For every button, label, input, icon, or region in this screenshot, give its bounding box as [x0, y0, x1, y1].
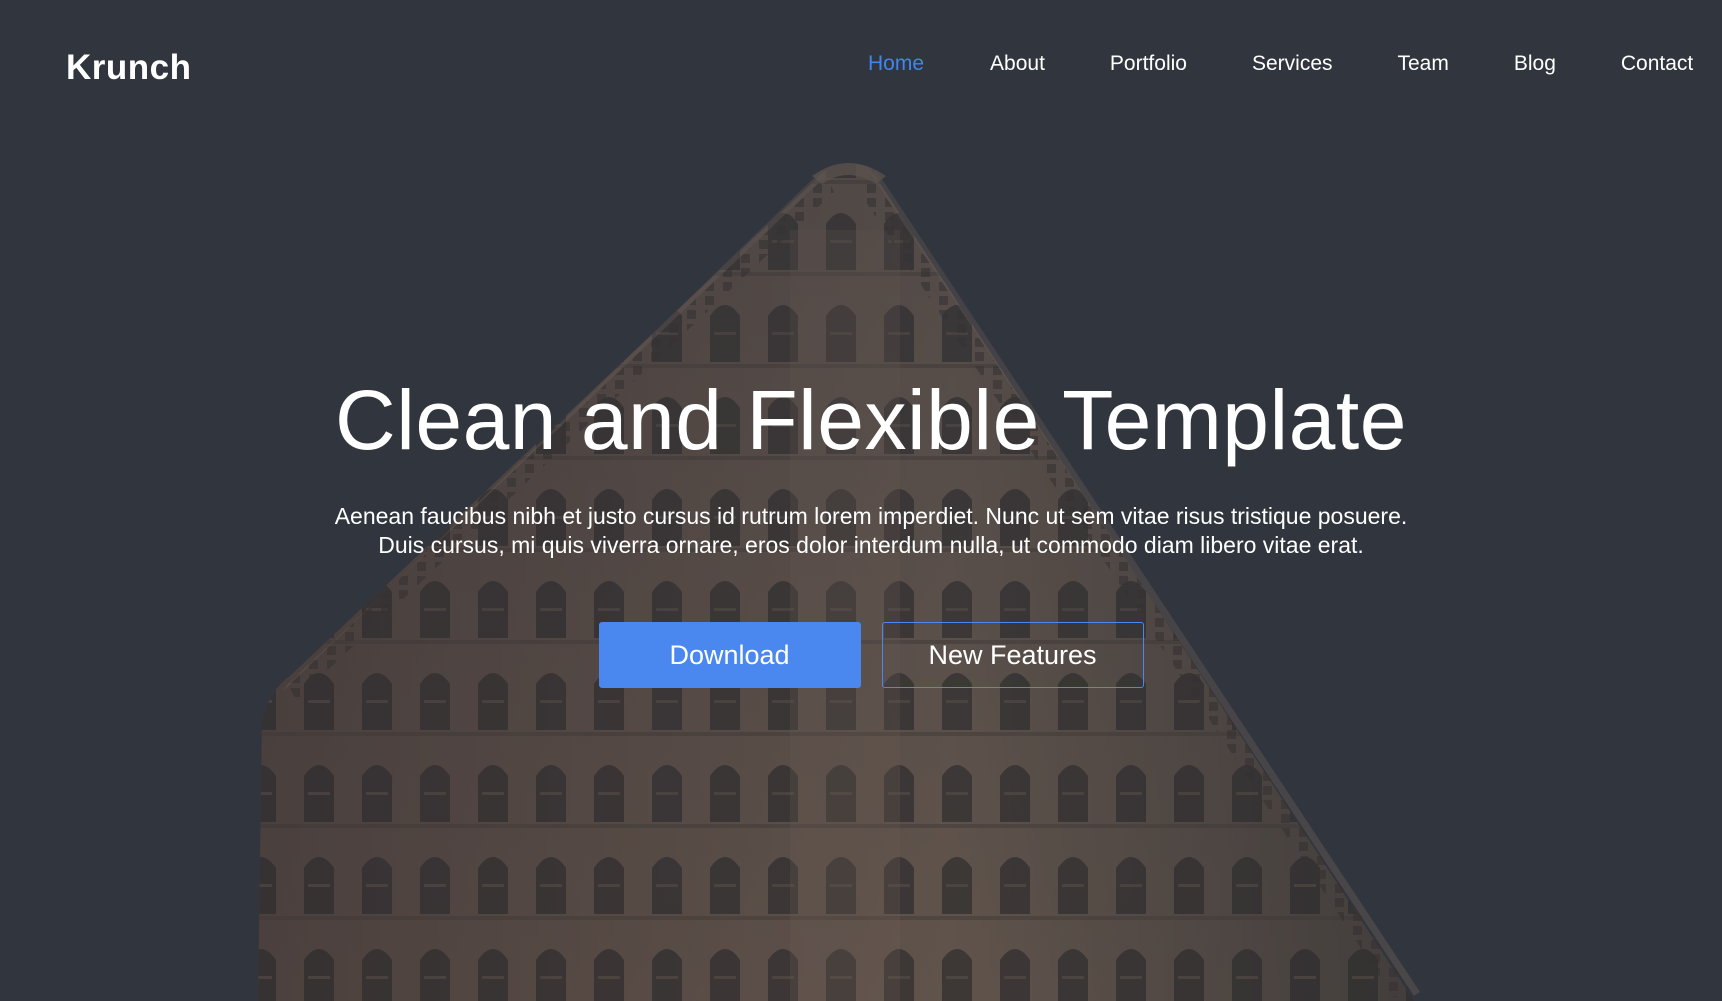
- nav-link-portfolio[interactable]: Portfolio: [1110, 50, 1187, 78]
- nav-link-contact[interactable]: Contact: [1621, 50, 1693, 78]
- nav-link-home[interactable]: Home: [868, 50, 924, 78]
- download-button[interactable]: Download: [598, 622, 861, 688]
- nav-item-home: Home: [868, 50, 924, 78]
- nav-link-about[interactable]: About: [990, 50, 1045, 78]
- hero-section: Krunch Home About Portfolio Services Tea…: [0, 0, 1722, 1001]
- nav-item-about: About: [990, 50, 1045, 78]
- nav-link-team[interactable]: Team: [1398, 50, 1449, 78]
- brand-logo[interactable]: Krunch: [66, 48, 192, 88]
- nav-item-contact: Contact: [1621, 50, 1693, 78]
- hero-title: Clean and Flexible Template: [335, 373, 1407, 467]
- hero-content: Clean and Flexible Template Aenean fauci…: [0, 370, 1722, 688]
- nav-item-portfolio: Portfolio: [1110, 50, 1187, 78]
- nav-item-services: Services: [1252, 50, 1333, 78]
- hero-buttons: Download New Features: [0, 622, 1722, 688]
- hero-subtitle-line-2: Duis cursus, mi quis viverra ornare, ero…: [378, 532, 1364, 558]
- nav-item-blog: Blog: [1514, 50, 1556, 78]
- nav-item-team: Team: [1398, 50, 1449, 78]
- nav-link-blog[interactable]: Blog: [1514, 50, 1556, 78]
- main-nav: Home About Portfolio Services Team Blog …: [868, 50, 1693, 78]
- navbar: Krunch Home About Portfolio Services Tea…: [0, 0, 1722, 130]
- hero-subtitle-line-1: Aenean faucibus nibh et justo cursus id …: [334, 503, 1408, 529]
- hero-subtitle: Aenean faucibus nibh et justo cursus id …: [296, 502, 1446, 560]
- nav-link-services[interactable]: Services: [1252, 50, 1333, 78]
- new-features-button[interactable]: New Features: [881, 622, 1144, 688]
